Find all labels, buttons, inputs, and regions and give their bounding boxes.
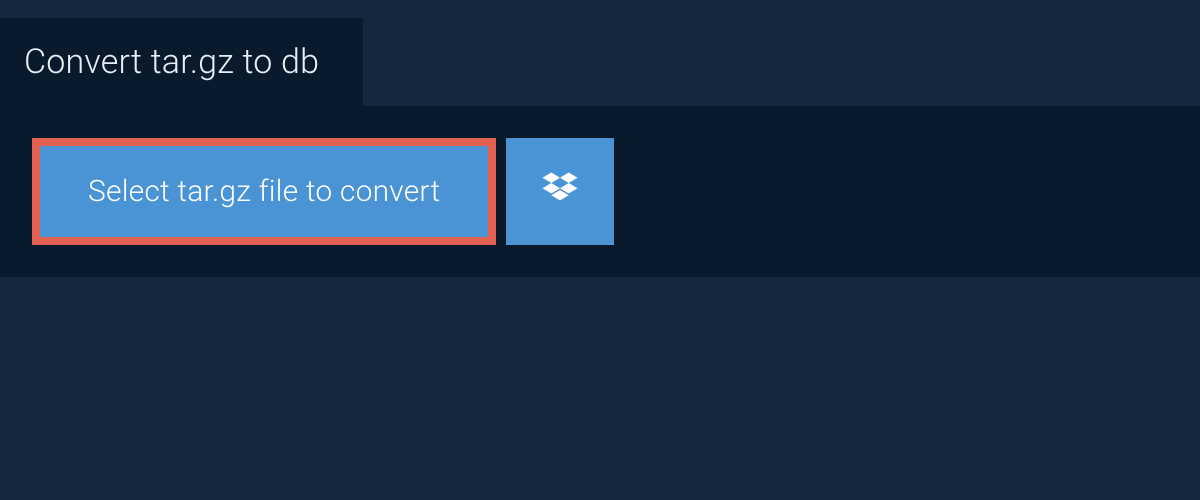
upload-panel: Select tar.gz file to convert: [0, 106, 1200, 277]
tab-header: Convert tar.gz to db: [0, 18, 363, 106]
dropbox-icon: [539, 169, 581, 215]
page-title: Convert tar.gz to db: [24, 42, 319, 82]
select-file-button[interactable]: Select tar.gz file to convert: [32, 138, 496, 245]
button-row: Select tar.gz file to convert: [32, 138, 1172, 245]
dropbox-button[interactable]: [506, 138, 614, 245]
select-file-label: Select tar.gz file to convert: [88, 174, 440, 209]
